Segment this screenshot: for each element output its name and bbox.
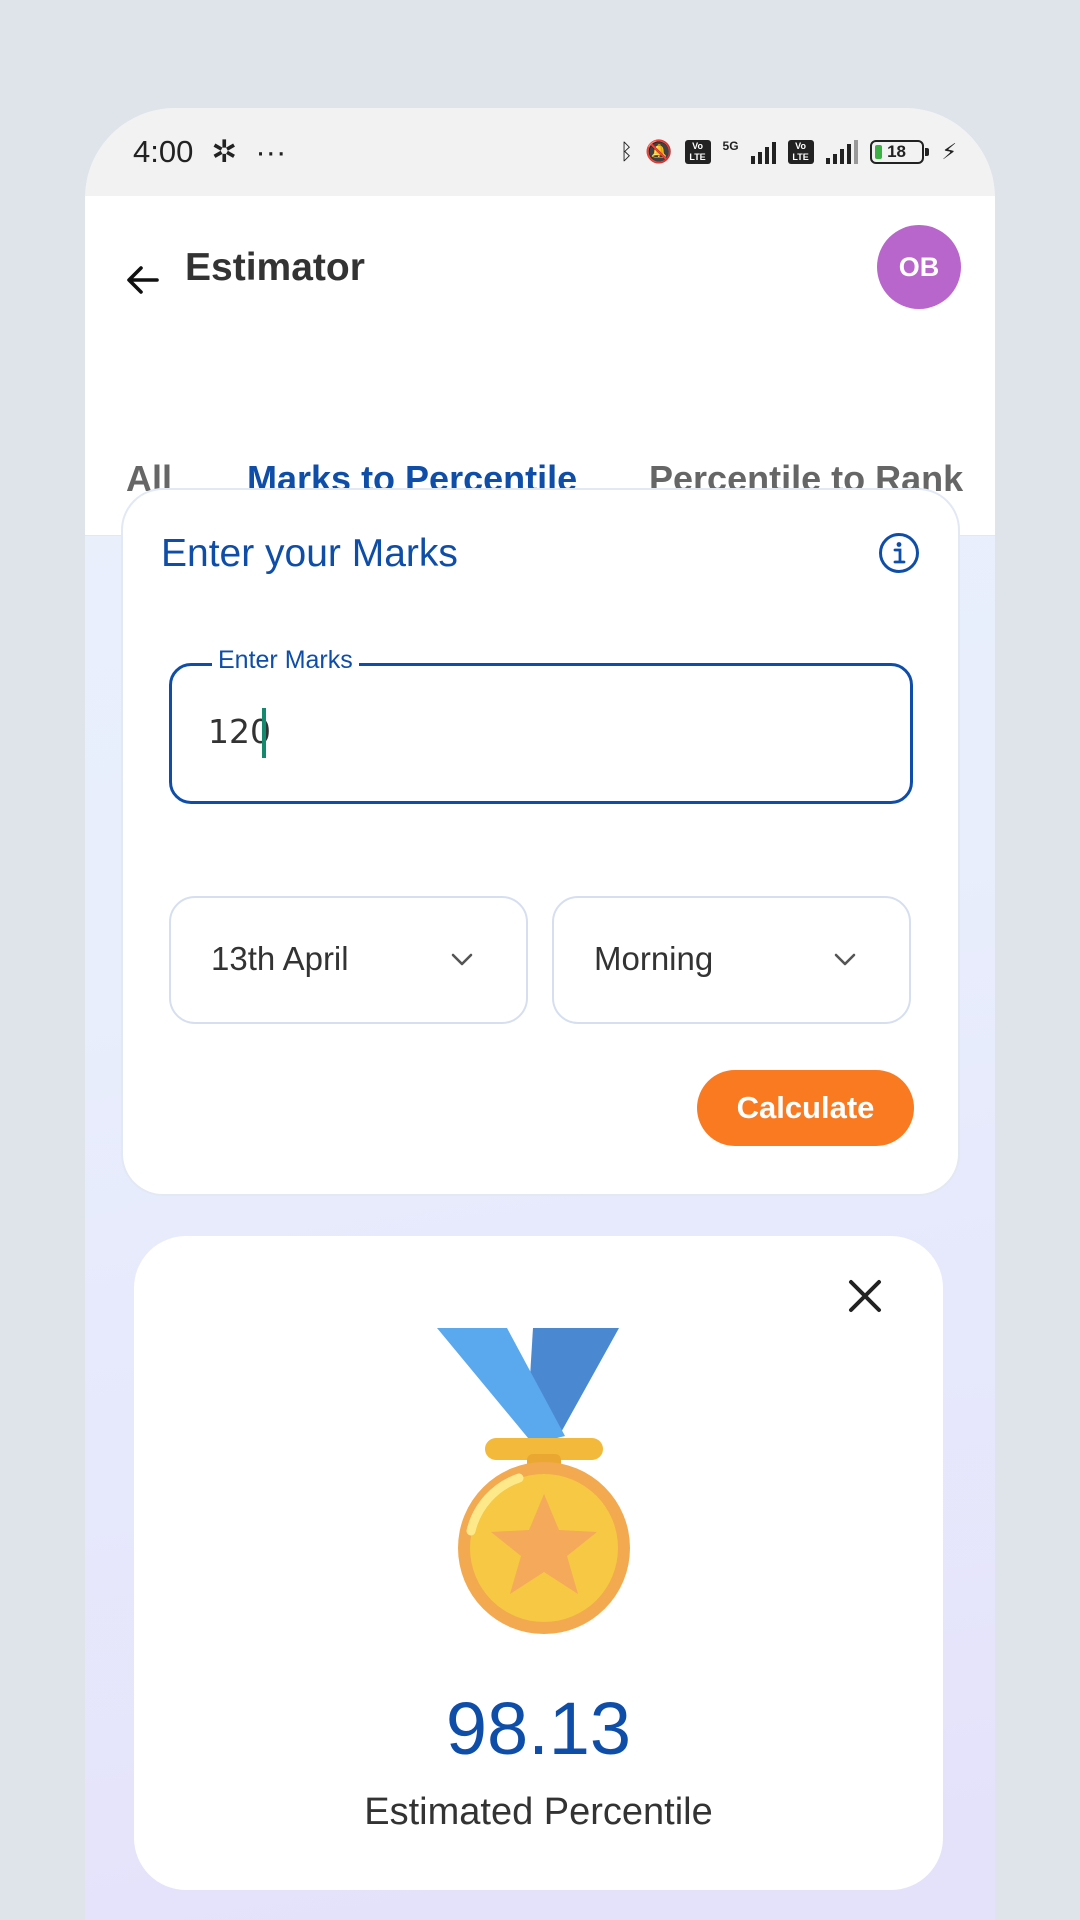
volte-icon: Vo LTE — [787, 140, 814, 164]
status-time: 4:00 — [133, 134, 194, 169]
signal-icon — [750, 140, 776, 164]
status-left: 4:00 ✲ ··· — [133, 134, 286, 170]
calculate-button-label: Calculate — [736, 1090, 875, 1125]
more-icon: ··· — [255, 134, 287, 169]
page-title: Estimator — [185, 246, 365, 289]
signal-icon — [825, 140, 858, 164]
shift-select-value: Morning — [594, 940, 714, 977]
estimated-percentile-label: Estimated Percentile — [364, 1791, 713, 1833]
medal-icon — [437, 1328, 630, 1634]
estimated-percentile-value: 98.13 — [445, 1687, 632, 1770]
close-icon[interactable] — [847, 1278, 883, 1314]
result-card: 98.13 Estimated Percentile — [134, 1236, 943, 1890]
phone-screen: 4:00 ✲ ··· ᛒ 🔕 Vo LTE 5G Vo LTE 18 ⚡ Estim… — [85, 108, 995, 1920]
volte-icon: Vo LTE — [684, 140, 711, 164]
status-right: ᛒ 🔕 Vo LTE 5G Vo LTE 18 ⚡ — [620, 139, 957, 165]
mute-icon: 🔕 — [645, 139, 673, 164]
text-cursor — [262, 708, 266, 758]
date-select-value: 13th April — [211, 940, 349, 977]
chevron-down-icon — [451, 953, 473, 966]
shift-select[interactable]: Morning — [552, 896, 911, 1024]
settings-icon: ✲ — [211, 134, 238, 169]
chevron-down-icon — [834, 953, 856, 966]
avatar[interactable]: OB — [877, 225, 961, 309]
marks-input-label: Enter Marks — [212, 646, 359, 675]
marks-input[interactable]: Enter Marks 120 — [169, 646, 913, 804]
calculate-button[interactable]: Calculate — [697, 1070, 914, 1146]
bluetooth-icon: ᛒ — [619, 139, 634, 164]
info-icon[interactable] — [878, 532, 920, 574]
charging-icon: ⚡ — [941, 139, 957, 164]
battery-level: 18 — [887, 142, 906, 161]
status-bar: 4:00 ✲ ··· ᛒ 🔕 Vo LTE 5G Vo LTE 18 ⚡ — [85, 108, 995, 196]
back-arrow-icon[interactable] — [123, 260, 163, 300]
card-title: Enter your Marks — [161, 532, 458, 575]
date-select[interactable]: 13th April — [169, 896, 528, 1024]
avatar-initials: OB — [898, 251, 940, 282]
network-label: 5G — [722, 139, 739, 153]
marks-input-card: Enter your Marks Enter Marks 120 13th Ap… — [121, 488, 960, 1196]
battery-icon: 18 — [869, 140, 929, 164]
